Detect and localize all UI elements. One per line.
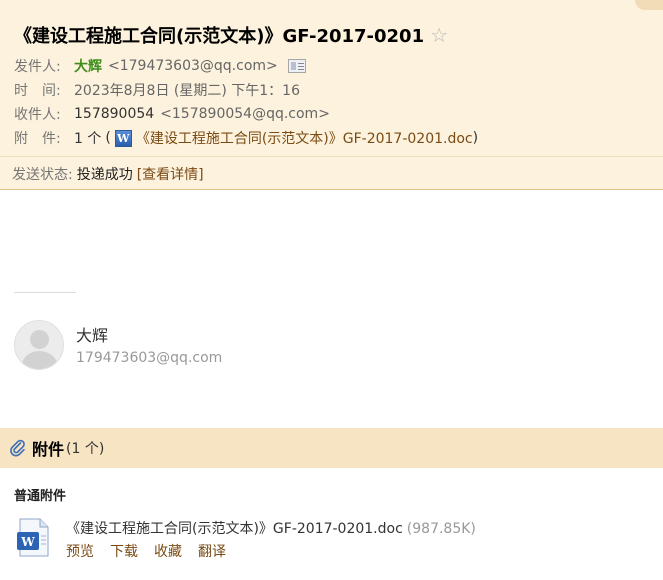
signature-name: 大辉 [76,326,109,345]
paperclip-icon [10,439,25,457]
attachment-actions: 预览 下载 收藏 翻译 [66,541,226,561]
attachments-count: (1 个) [66,441,105,457]
from-row: 发件人: 大辉 <179473603@qq.com> [14,56,306,76]
sender-name[interactable]: 大辉 [74,56,102,76]
mail-subject: 《建设工程施工合同(示范文本)》GF-2017-0201 [14,26,425,47]
download-link[interactable]: 下载 [110,541,138,561]
view-details-link[interactable]: [查看详情] [137,164,204,184]
from-label: 发件人: [14,59,61,75]
attachments-bar: 附件 (1 个) [0,428,663,468]
attachment-item: 《建设工程施工合同(示范文本)》GF-2017-0201.doc (987.85K… [66,518,476,538]
avatar-body-icon [22,351,57,369]
svg-text:W: W [20,535,35,549]
close-tab[interactable] [635,0,663,10]
attachment-filename[interactable]: 《建设工程施工合同(示范文本)》GF-2017-0201.doc [66,521,403,537]
signature-email: 179473603@qq.com [76,350,223,366]
send-time: 2023年8月8日 (星期二) 下午1：16 [74,83,300,99]
recipient-address: <157890054@qq.com> [160,106,330,122]
normal-attachments-heading: 普通附件 [14,489,67,504]
avatar-head-icon [30,330,49,349]
paren-open: ( [105,130,111,146]
translate-link[interactable]: 翻译 [198,541,226,561]
to-label: 收件人: [14,107,61,123]
mail-header: 《建设工程施工合同(示范文本)》GF-2017-0201 ☆ 发件人: 大辉 <… [0,0,663,190]
word-document-icon: W [17,518,49,557]
to-row: 收件人: 157890054 <157890054@qq.com> [14,104,330,124]
recipient-name[interactable]: 157890054 [74,106,154,122]
attachment-size: (987.85K) [406,521,476,537]
attachment-link[interactable]: 《建设工程施工合同(示范文本)》GF-2017-0201.doc [136,128,473,148]
paren-close: ) [472,130,479,146]
sender-address: <179473603@qq.com> [108,58,278,74]
delivery-status-bar: 发送状态: 投递成功 [查看详情] [0,156,663,190]
word-doc-icon: W [114,129,132,147]
attachments-title: 附件 [32,440,65,459]
time-label: 时 间: [14,83,61,99]
contact-card-icon[interactable] [287,59,306,73]
subject-row: 《建设工程施工合同(示范文本)》GF-2017-0201 ☆ [14,22,448,48]
time-row: 时 间: 2023年8月8日 (星期二) 下午1：16 [14,80,300,100]
status-label: 发送状态: [12,166,73,183]
attachment-count: 1 个 [74,131,102,147]
attachment-label: 附 件: [14,131,61,147]
favorite-link[interactable]: 收藏 [154,541,182,561]
status-value: 投递成功 [76,166,133,183]
preview-link[interactable]: 预览 [66,541,94,561]
signature-divider [14,292,76,293]
avatar[interactable] [14,320,64,370]
star-icon[interactable]: ☆ [430,23,448,47]
attachment-row: 附 件: 1 个 ( W 《建设工程施工合同(示范文本)》GF-2017-020… [14,128,478,148]
